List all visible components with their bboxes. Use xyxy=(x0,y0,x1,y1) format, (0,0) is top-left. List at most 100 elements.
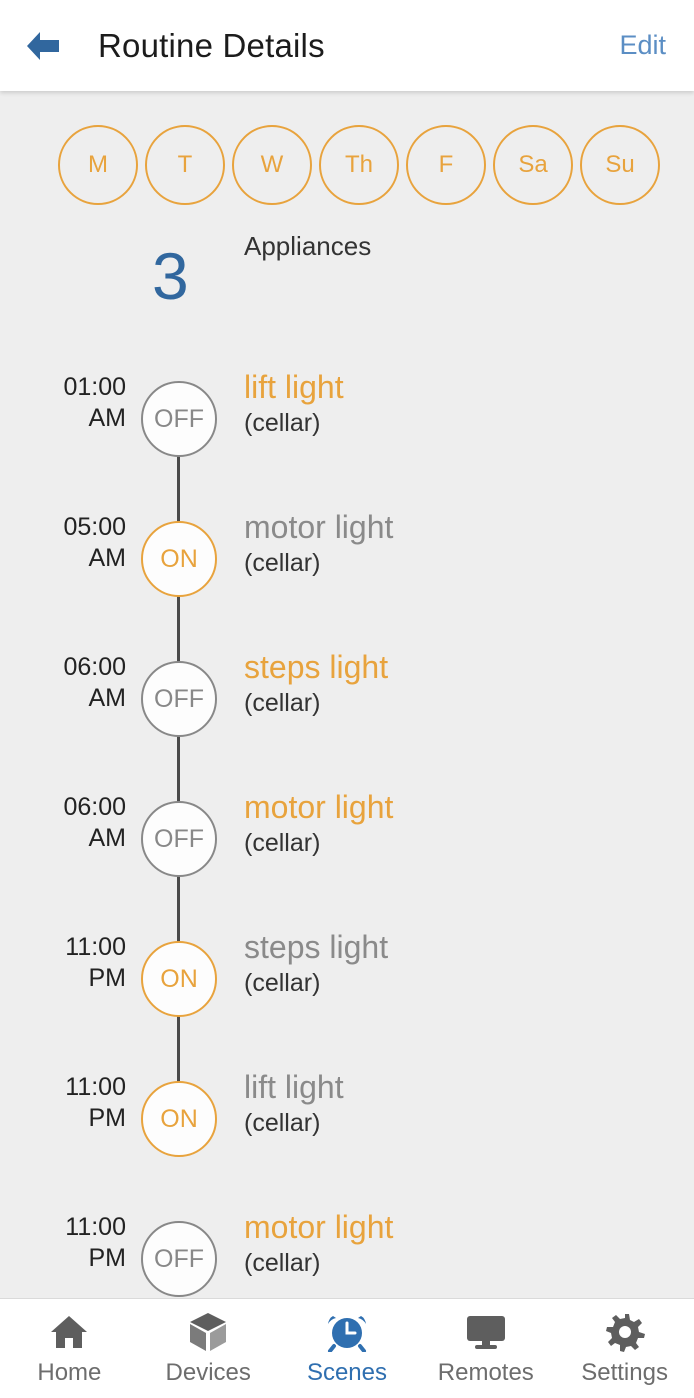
timeline-row[interactable]: 11:00 PM ON steps light (cellar) xyxy=(0,909,694,1119)
device-name: lift light xyxy=(244,1069,344,1105)
device-location: (cellar) xyxy=(244,1249,321,1277)
day-label: T xyxy=(177,151,193,178)
state-toggle-off[interactable]: OFF xyxy=(141,1221,217,1297)
day-label: W xyxy=(260,151,284,178)
timeline-node-wrap: ON xyxy=(141,909,217,1119)
device-location: (cellar) xyxy=(244,409,321,437)
day-circle-w[interactable]: W xyxy=(232,125,312,205)
day-circle-t[interactable]: T xyxy=(145,125,225,205)
day-label: Su xyxy=(605,151,635,178)
schedule-time-hour: 06:00 xyxy=(63,793,126,821)
device-info: steps light (cellar) xyxy=(244,647,388,719)
timeline-node-wrap: OFF xyxy=(141,769,217,979)
device-location: (cellar) xyxy=(244,1109,321,1137)
nav-label: Home xyxy=(37,1358,102,1386)
state-toggle-off[interactable]: OFF xyxy=(141,801,217,877)
device-name: steps light xyxy=(244,929,389,965)
timeline-row[interactable]: 01:00 AM OFF lift light (cellar) xyxy=(0,349,694,559)
schedule-time: 11:00 PM xyxy=(14,1212,126,1274)
schedule-time-meridiem: AM xyxy=(88,404,127,432)
nav-item-home[interactable]: Home xyxy=(0,1311,139,1387)
day-circle-su[interactable]: Su xyxy=(580,125,660,205)
day-selector: M T W Th F Sa Su xyxy=(0,91,694,205)
device-info: steps light (cellar) xyxy=(244,927,388,999)
timeline-row[interactable]: 06:00 AM OFF steps light (cellar) xyxy=(0,629,694,839)
routine-content: M T W Th F Sa Su Appliances 3 01:00 AM OFF lift l… xyxy=(0,91,694,1298)
device-location: (cellar) xyxy=(244,969,321,997)
day-circle-sa[interactable]: Sa xyxy=(493,125,573,205)
schedule-time-meridiem: PM xyxy=(88,964,127,992)
schedule-time-hour: 11:00 xyxy=(65,1073,126,1101)
timeline-row[interactable]: 11:00 PM OFF motor light (cellar) xyxy=(0,1189,694,1298)
nav-item-settings[interactable]: Settings xyxy=(555,1311,694,1387)
state-toggle-off[interactable]: OFF xyxy=(141,661,217,737)
schedule-time-meridiem: AM xyxy=(88,544,127,572)
schedule-time-hour: 05:00 xyxy=(63,513,126,541)
appliance-summary: Appliances 3 xyxy=(0,231,694,331)
state-toggle-off[interactable]: OFF xyxy=(141,381,217,457)
timeline-row[interactable]: 06:00 AM OFF motor light (cellar) xyxy=(0,769,694,979)
schedule-time: 06:00 AM xyxy=(14,792,126,854)
day-label: Sa xyxy=(518,151,548,178)
monitor-icon xyxy=(465,1311,507,1353)
nav-label: Scenes xyxy=(306,1358,388,1386)
schedule-timeline: 01:00 AM OFF lift light (cellar) 05:00 AM ON mot… xyxy=(0,349,694,1298)
device-info: lift light (cellar) xyxy=(244,367,344,439)
schedule-time-meridiem: PM xyxy=(88,1244,127,1272)
bottom-navigation: Home Devices Scenes Remotes Settings xyxy=(0,1298,694,1398)
day-label: Th xyxy=(344,151,373,178)
device-name: motor light xyxy=(244,509,394,545)
cube-icon xyxy=(189,1311,227,1353)
device-name: steps light xyxy=(244,649,389,685)
schedule-time-hour: 01:00 xyxy=(63,373,126,401)
day-label: F xyxy=(438,151,454,178)
state-toggle-on[interactable]: ON xyxy=(141,521,217,597)
appliances-label: Appliances xyxy=(244,231,372,261)
schedule-time-hour: 11:00 xyxy=(65,1213,126,1241)
timeline-row[interactable]: 05:00 AM ON motor light (cellar) xyxy=(0,489,694,699)
timeline-node-wrap: OFF xyxy=(141,1189,217,1298)
device-location: (cellar) xyxy=(244,689,321,717)
back-button[interactable] xyxy=(10,13,76,79)
state-toggle-on[interactable]: ON xyxy=(141,1081,217,1157)
alarm-clock-icon xyxy=(326,1311,368,1353)
schedule-time: 05:00 AM xyxy=(14,512,126,574)
gear-icon xyxy=(605,1311,645,1353)
edit-button[interactable]: Edit xyxy=(619,30,666,61)
timeline-node-wrap: ON xyxy=(141,489,217,699)
nav-label: Remotes xyxy=(437,1358,534,1386)
timeline-node-wrap: OFF xyxy=(141,349,217,559)
nav-item-remotes[interactable]: Remotes xyxy=(416,1311,555,1387)
app-header: Routine Details Edit xyxy=(0,0,694,91)
nav-item-scenes[interactable]: Scenes xyxy=(278,1311,417,1387)
timeline-node-wrap: ON xyxy=(141,1049,217,1189)
device-name: motor light xyxy=(244,1209,394,1245)
day-circle-th[interactable]: Th xyxy=(319,125,399,205)
device-info: motor light (cellar) xyxy=(244,507,393,579)
timeline-row[interactable]: 11:00 PM ON lift light (cellar) xyxy=(0,1049,694,1189)
schedule-time: 01:00 AM xyxy=(14,372,126,434)
device-name: lift light xyxy=(244,369,344,405)
page-title: Routine Details xyxy=(98,26,325,64)
day-circle-m[interactable]: M xyxy=(58,125,138,205)
home-icon xyxy=(49,1311,89,1353)
arrow-left-icon xyxy=(23,29,63,63)
timeline-node-wrap: OFF xyxy=(141,629,217,839)
state-toggle-on[interactable]: ON xyxy=(141,941,217,1017)
nav-item-devices[interactable]: Devices xyxy=(139,1311,278,1387)
schedule-time: 06:00 AM xyxy=(14,652,126,714)
day-label: M xyxy=(88,151,108,178)
schedule-time-meridiem: AM xyxy=(88,684,127,712)
schedule-time-hour: 06:00 xyxy=(63,653,126,681)
device-location: (cellar) xyxy=(244,829,321,857)
device-info: lift light (cellar) xyxy=(244,1067,344,1139)
device-name: motor light xyxy=(244,789,394,825)
nav-label: Settings xyxy=(581,1358,668,1386)
schedule-time-meridiem: AM xyxy=(88,824,127,852)
device-info: motor light (cellar) xyxy=(244,1207,393,1279)
schedule-time: 11:00 PM xyxy=(14,932,126,994)
appliances-count: 3 xyxy=(152,239,189,313)
schedule-time-meridiem: PM xyxy=(88,1104,127,1132)
nav-label: Devices xyxy=(165,1358,251,1386)
day-circle-f[interactable]: F xyxy=(406,125,486,205)
